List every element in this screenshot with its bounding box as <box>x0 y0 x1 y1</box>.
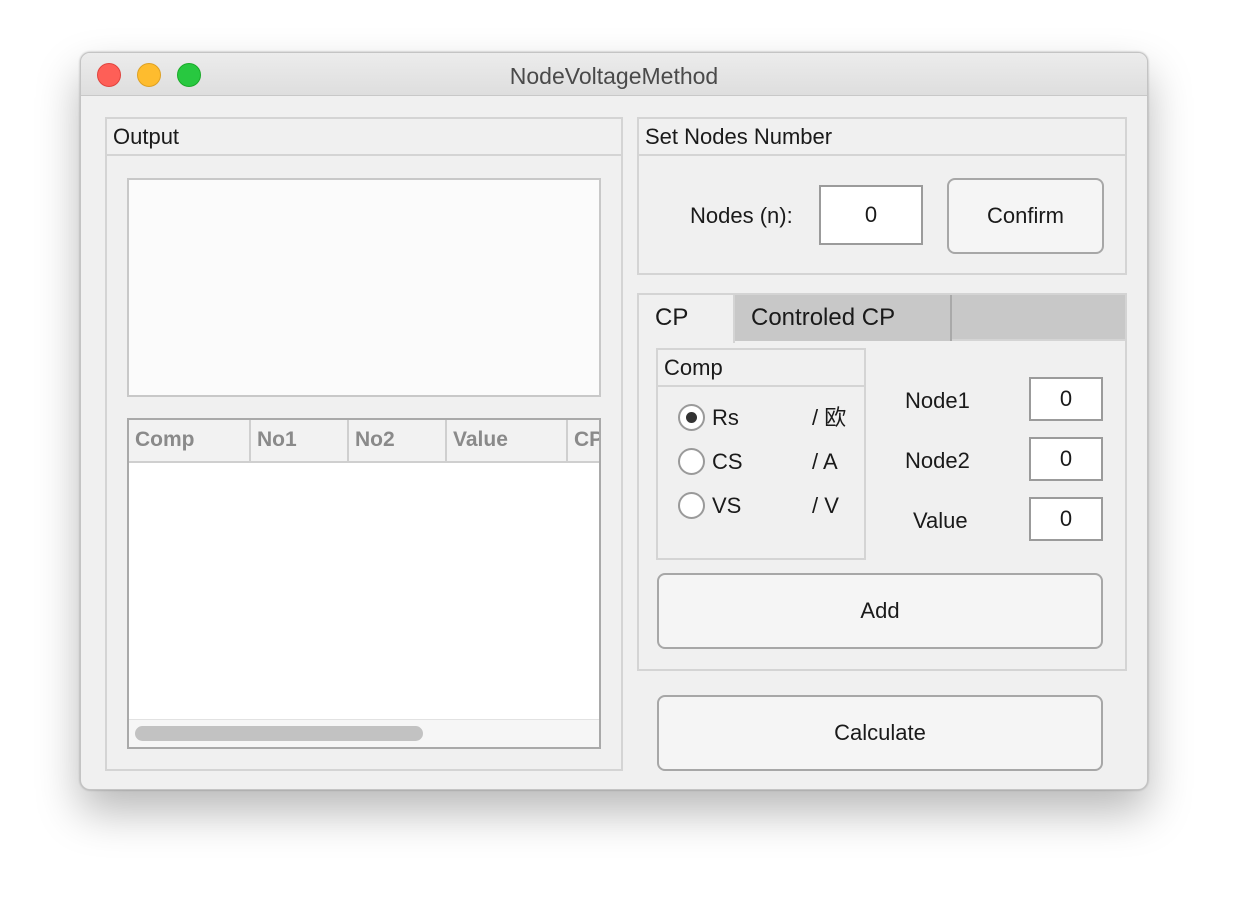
column-header-no1[interactable]: No1 <box>251 420 349 461</box>
comp-option-cs[interactable]: CS / A <box>678 448 858 478</box>
components-table[interactable]: Comp No1 No2 Value CP <box>127 418 601 749</box>
scrollbar-thumb[interactable] <box>135 726 423 741</box>
horizontal-scrollbar[interactable] <box>129 719 599 747</box>
confirm-button[interactable]: Confirm <box>947 178 1104 254</box>
output-text-area[interactable] <box>127 178 601 397</box>
set-nodes-panel-title: Set Nodes Number <box>639 119 1125 156</box>
radio-cs-label: CS <box>712 449 743 474</box>
node1-label: Node1 <box>905 388 970 413</box>
radio-cs-unit: / A <box>812 449 838 474</box>
title-bar[interactable]: NodeVoltageMethod <box>81 53 1147 96</box>
tab-strip: CP Controled CP <box>639 295 1125 343</box>
comp-option-rs[interactable]: Rs / 欧 <box>678 404 858 434</box>
add-button[interactable]: Add <box>657 573 1103 649</box>
radio-vs[interactable] <box>678 492 705 519</box>
tab-cp[interactable]: CP <box>639 295 735 343</box>
tab-panel: CP Controled CP Comp Rs / 欧 CS / A VS / … <box>637 293 1127 671</box>
column-header-cp[interactable]: CP <box>568 420 599 461</box>
value-input[interactable] <box>1029 497 1103 541</box>
node2-label: Node2 <box>905 448 970 473</box>
nodes-label: Nodes (n): <box>690 203 793 228</box>
radio-rs-label: Rs <box>712 405 739 430</box>
column-header-no2[interactable]: No2 <box>349 420 447 461</box>
column-header-comp[interactable]: Comp <box>129 420 251 461</box>
radio-rs-unit: / 欧 <box>812 405 847 430</box>
tab-controlled-cp[interactable]: Controled CP <box>735 295 952 341</box>
radio-vs-label: VS <box>712 493 742 518</box>
window-title: NodeVoltageMethod <box>509 63 719 89</box>
calculate-button[interactable]: Calculate <box>657 695 1103 771</box>
output-panel: Output Comp No1 No2 Value CP <box>105 117 623 771</box>
value-label: Value <box>913 508 968 533</box>
output-panel-title: Output <box>107 119 621 156</box>
radio-vs-unit: / V <box>812 493 839 518</box>
set-nodes-panel: Set Nodes Number Nodes (n): Confirm <box>637 117 1127 275</box>
node1-input[interactable] <box>1029 377 1103 421</box>
comp-group-title: Comp <box>658 350 864 387</box>
node2-input[interactable] <box>1029 437 1103 481</box>
comp-group: Comp Rs / 欧 CS / A VS / V <box>656 348 866 560</box>
comp-option-vs[interactable]: VS / V <box>678 492 858 522</box>
table-header: Comp No1 No2 Value CP <box>129 420 599 463</box>
nodes-input[interactable] <box>819 185 923 245</box>
radio-rs[interactable] <box>678 404 705 431</box>
column-header-value[interactable]: Value <box>447 420 568 461</box>
app-window: NodeVoltageMethod Output Comp No1 No2 Va… <box>80 52 1148 790</box>
radio-cs[interactable] <box>678 448 705 475</box>
